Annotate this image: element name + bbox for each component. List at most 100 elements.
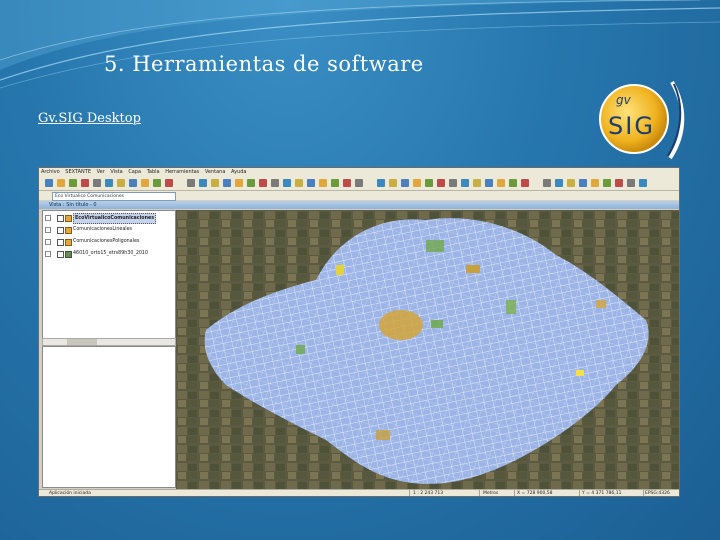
- toolbar-button[interactable]: [259, 179, 267, 187]
- svg-text:SIG: SIG: [608, 112, 655, 140]
- toolbar-button[interactable]: [413, 179, 421, 187]
- menu-ver[interactable]: Ver: [95, 169, 107, 175]
- menu-herramientas[interactable]: Herramientas: [163, 169, 201, 175]
- menu-archivo[interactable]: Archivo: [39, 169, 62, 175]
- visibility-checkbox[interactable]: [57, 215, 64, 222]
- layer-name: ComunicacionesLineales: [73, 227, 133, 232]
- urban-polygon: [376, 430, 390, 440]
- gvsig-logo-icon: gv SIG: [599, 80, 685, 160]
- layer-item[interactable]: ComunicacionesLineales: [45, 225, 173, 234]
- urban-polygon: [336, 265, 344, 275]
- toolbar-button[interactable]: [223, 179, 231, 187]
- toolbar-button[interactable]: [69, 179, 77, 187]
- expand-icon[interactable]: [45, 239, 51, 245]
- toolbar-button[interactable]: [45, 179, 53, 187]
- urban-polygon: [379, 310, 423, 340]
- layer-icon: [65, 227, 72, 234]
- visibility-checkbox[interactable]: [57, 251, 64, 258]
- toolbar-button[interactable]: [117, 179, 125, 187]
- locator-map-panel: [42, 346, 176, 488]
- urban-polygon: [576, 370, 584, 376]
- toolbar-button[interactable]: [343, 179, 351, 187]
- toolbar-button[interactable]: [509, 179, 517, 187]
- toolbar-button[interactable]: [307, 179, 315, 187]
- toolbar-button[interactable]: [461, 179, 469, 187]
- toolbar-button[interactable]: [319, 179, 327, 187]
- toolbar-button[interactable]: [401, 179, 409, 187]
- toolbar-button[interactable]: [295, 179, 303, 187]
- toolbar-button[interactable]: [437, 179, 445, 187]
- toolbar-button[interactable]: [57, 179, 65, 187]
- toolbar-button[interactable]: [105, 179, 113, 187]
- gvsig-app-window: Archivo SEXTANTE Ver Vista Capa Tabla He…: [38, 167, 680, 497]
- slide-title: 5. Herramientas de software: [104, 52, 424, 76]
- toolbar-button[interactable]: [627, 179, 635, 187]
- toolbar-button[interactable]: [377, 179, 385, 187]
- toolbar-button[interactable]: [271, 179, 279, 187]
- toolbar-button[interactable]: [211, 179, 219, 187]
- toolbar-button[interactable]: [187, 179, 195, 187]
- menu-ayuda[interactable]: Ayuda: [229, 169, 248, 175]
- layer-item[interactable]: 46010_orto15_etrs89h30_2010: [45, 249, 173, 258]
- toolbar-button[interactable]: [591, 179, 599, 187]
- toolbar-button[interactable]: [497, 179, 505, 187]
- map-canvas[interactable]: [176, 210, 679, 490]
- urban-polygon: [506, 300, 516, 314]
- status-crs: EPSG:4326: [645, 491, 670, 496]
- visibility-checkbox[interactable]: [57, 239, 64, 246]
- toolbar-button[interactable]: [579, 179, 587, 187]
- toolbar-button[interactable]: [165, 179, 173, 187]
- toolbar-button[interactable]: [247, 179, 255, 187]
- expand-icon[interactable]: [45, 251, 51, 257]
- layer-name: EcoVirtualicoComunicaciones: [73, 213, 157, 224]
- layer-icon: [65, 215, 72, 222]
- layer-icon: [65, 239, 72, 246]
- toolbar-button[interactable]: [485, 179, 493, 187]
- urban-polygon: [431, 320, 443, 328]
- menu-vista[interactable]: Vista: [108, 169, 124, 175]
- toolbar-button[interactable]: [331, 179, 339, 187]
- menu-capa[interactable]: Capa: [126, 169, 143, 175]
- menu-bar: Archivo SEXTANTE Ver Vista Capa Tabla He…: [39, 168, 679, 177]
- status-x-coord: X = 728 900,58: [517, 491, 553, 496]
- view-title-bar: Vista : Sin título - 0: [39, 201, 679, 209]
- toolbar-button[interactable]: [141, 179, 149, 187]
- menu-ventana[interactable]: Ventana: [203, 169, 228, 175]
- toolbar-button[interactable]: [129, 179, 137, 187]
- toolbar-button[interactable]: [639, 179, 647, 187]
- toolbar-button[interactable]: [615, 179, 623, 187]
- toolbar-button[interactable]: [555, 179, 563, 187]
- toolbar-button[interactable]: [449, 179, 457, 187]
- toolbar-button[interactable]: [283, 179, 291, 187]
- toolbar-button[interactable]: [81, 179, 89, 187]
- toc-horizontal-scrollbar[interactable]: [42, 338, 176, 346]
- toolbar-button[interactable]: [603, 179, 611, 187]
- urban-polygon: [596, 300, 606, 308]
- toolbar-button[interactable]: [199, 179, 207, 187]
- toolbar-button[interactable]: [93, 179, 101, 187]
- menu-tabla[interactable]: Tabla: [145, 169, 162, 175]
- status-units: Metros: [483, 491, 499, 496]
- toolbar-button[interactable]: [389, 179, 397, 187]
- layer-item[interactable]: ComunicacionesPoligonales: [45, 237, 173, 246]
- toolbar-button[interactable]: [153, 179, 161, 187]
- toolbar-button[interactable]: [567, 179, 575, 187]
- toolbar-button[interactable]: [521, 179, 529, 187]
- menu-sextante[interactable]: SEXTANTE: [63, 169, 93, 175]
- active-layer-select[interactable]: Eco Virtualico Comunicaciones: [52, 192, 176, 201]
- status-message: Aplicación iniciada: [49, 491, 91, 496]
- toolbar-button[interactable]: [473, 179, 481, 187]
- toolbar-button[interactable]: [355, 179, 363, 187]
- slide-subtitle: Gv.SIG Desktop: [38, 111, 141, 126]
- toolbar: [39, 177, 679, 191]
- toolbar-button[interactable]: [425, 179, 433, 187]
- toolbar-button[interactable]: [235, 179, 243, 187]
- urban-polygon: [296, 345, 305, 354]
- layer-item[interactable]: EcoVirtualicoComunicaciones: [45, 213, 173, 224]
- layer-name: ComunicacionesPoligonales: [73, 239, 140, 244]
- visibility-checkbox[interactable]: [57, 227, 64, 234]
- toolbar-button[interactable]: [543, 179, 551, 187]
- scrollbar-thumb[interactable]: [67, 339, 97, 345]
- expand-icon[interactable]: [45, 227, 51, 233]
- expand-icon[interactable]: [45, 215, 51, 221]
